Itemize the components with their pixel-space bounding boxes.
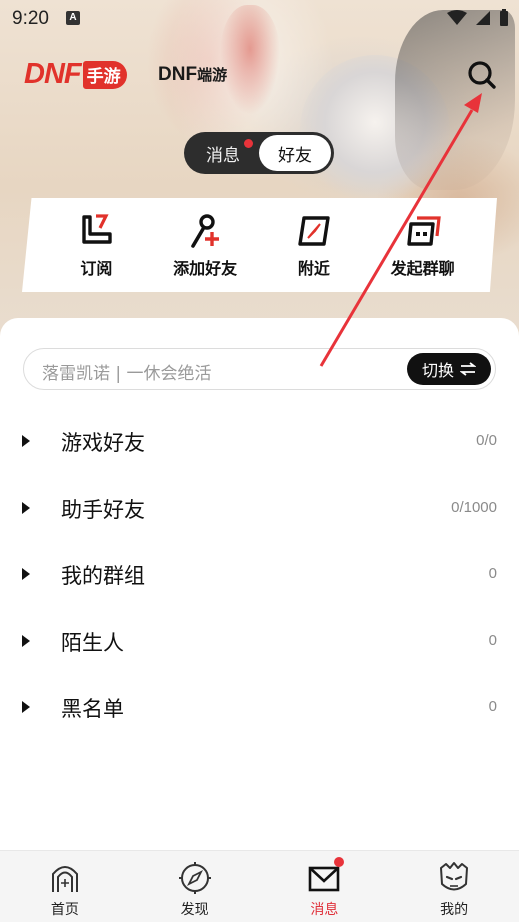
nav-discover-label: 发现 bbox=[180, 902, 209, 918]
action-subscribe[interactable]: 订阅 bbox=[46, 212, 146, 279]
tab-messages[interactable]: 消息 bbox=[187, 135, 259, 171]
nav-messages-label: 消息 bbox=[310, 902, 339, 918]
logo-pc-suffix: 端游 bbox=[197, 66, 228, 84]
action-nearby[interactable]: 附近 bbox=[264, 212, 364, 279]
subscribe-icon bbox=[82, 213, 113, 244]
nav-home[interactable]: 首页 bbox=[0, 851, 130, 922]
tab-friends[interactable]: 好友 bbox=[259, 135, 331, 171]
compass-icon bbox=[178, 862, 211, 894]
action-nearby-label: 附近 bbox=[297, 258, 330, 278]
group-name: 陌生人 bbox=[61, 630, 124, 655]
message-friend-switch: 消息 好友 bbox=[184, 132, 334, 174]
profile-mask-icon bbox=[440, 862, 469, 891]
group-count: 0 bbox=[488, 698, 497, 715]
group-chat-icon bbox=[406, 215, 441, 246]
action-group-chat[interactable]: 发起群聊 bbox=[373, 212, 473, 279]
group-count: 0/0 bbox=[476, 432, 497, 449]
search-placeholder: 落雷凯诺 | 一休会绝活 bbox=[42, 364, 212, 384]
logo-dnf-text: DNF bbox=[24, 58, 82, 90]
status-icons bbox=[447, 9, 509, 27]
search-icon bbox=[468, 61, 496, 89]
expand-arrow-icon bbox=[22, 701, 30, 713]
unread-dot bbox=[244, 139, 253, 148]
notification-icon: A bbox=[66, 11, 80, 25]
nav-messages[interactable]: 消息 bbox=[260, 851, 390, 922]
group-count: 0 bbox=[488, 631, 497, 649]
nav-discover[interactable]: 发现 bbox=[130, 851, 260, 922]
nav-profile[interactable]: 我的 bbox=[389, 851, 519, 922]
logo-pc-brand: DNF bbox=[158, 64, 198, 85]
group-row-blacklist[interactable]: 黑名单 0 bbox=[0, 674, 519, 741]
artwork-character-right bbox=[395, 10, 515, 190]
friends-panel: 落雷凯诺 | 一休会绝活 切换 游戏好友 0/0 助手好友 0/1000 我的群… bbox=[0, 318, 519, 850]
quick-actions-card: 订阅 添加好友 附近 发起群聊 bbox=[22, 198, 497, 292]
battery-icon bbox=[500, 9, 508, 26]
tab-messages-label: 消息 bbox=[206, 145, 240, 166]
status-time: 9:20 bbox=[12, 8, 49, 29]
group-row-strangers[interactable]: 陌生人 0 bbox=[0, 608, 519, 675]
nav-profile-label: 我的 bbox=[440, 902, 469, 918]
dnf-mobile-logo[interactable]: DNF 手游 bbox=[24, 58, 127, 91]
nav-home-label: 首页 bbox=[50, 902, 79, 918]
action-subscribe-label: 订阅 bbox=[80, 258, 113, 278]
bottom-nav: 首页 发现 消息 我的 bbox=[0, 850, 519, 922]
expand-arrow-icon bbox=[22, 501, 30, 514]
group-count: 0/1000 bbox=[451, 498, 497, 516]
group-name: 我的群组 bbox=[61, 564, 145, 588]
add-friend-icon bbox=[191, 213, 220, 248]
expand-arrow-icon bbox=[22, 568, 30, 580]
group-name: 游戏好友 bbox=[61, 431, 145, 455]
wifi-icon bbox=[447, 10, 467, 25]
switch-label: 切换 bbox=[421, 361, 454, 380]
group-row-game-friends[interactable]: 游戏好友 0/0 bbox=[0, 408, 519, 475]
friend-search-input[interactable]: 落雷凯诺 | 一休会绝活 切换 bbox=[23, 348, 496, 390]
logo-mobile-badge: 手游 bbox=[82, 61, 127, 89]
friend-group-list: 游戏好友 0/0 助手好友 0/1000 我的群组 0 陌生人 0 黑名单 0 bbox=[0, 408, 519, 741]
nav-messages-badge bbox=[333, 857, 344, 867]
switch-button[interactable]: 切换 bbox=[407, 353, 491, 385]
status-bar: 9:20 A bbox=[0, 0, 519, 36]
group-count: 0 bbox=[488, 565, 497, 582]
nearby-icon bbox=[298, 215, 330, 246]
signal-icon bbox=[476, 11, 490, 25]
home-gate-icon bbox=[51, 866, 78, 892]
action-add-friend[interactable]: 添加好友 bbox=[155, 212, 255, 279]
search-button[interactable] bbox=[464, 58, 498, 92]
expand-arrow-icon bbox=[22, 634, 30, 647]
group-row-helper-friends[interactable]: 助手好友 0/1000 bbox=[0, 475, 519, 542]
group-name: 黑名单 bbox=[61, 697, 124, 721]
tab-friends-label: 好友 bbox=[278, 145, 312, 166]
group-row-my-groups[interactable]: 我的群组 0 bbox=[0, 541, 519, 608]
dnf-pc-logo[interactable]: DNF端游 bbox=[158, 64, 227, 86]
action-add-friend-label: 添加好友 bbox=[173, 258, 238, 278]
group-name: 助手好友 bbox=[61, 497, 145, 522]
expand-arrow-icon bbox=[22, 435, 30, 447]
swap-arrows-icon bbox=[460, 362, 476, 376]
action-group-chat-label: 发起群聊 bbox=[390, 258, 455, 278]
